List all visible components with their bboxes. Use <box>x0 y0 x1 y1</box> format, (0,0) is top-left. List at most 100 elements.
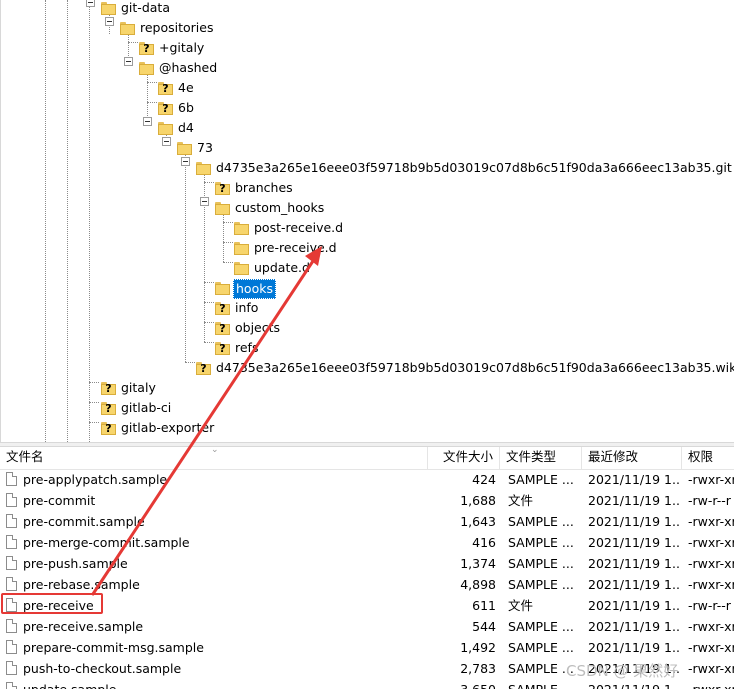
file-name: pre-rebase.sample <box>23 577 140 592</box>
file-icon <box>6 661 17 675</box>
collapse-toggle[interactable] <box>162 137 171 146</box>
unknown-folder-icon: ? <box>101 422 116 435</box>
tree-node-label: gitaly <box>121 380 156 395</box>
file-size: 2,783 <box>460 661 496 676</box>
folder-icon <box>234 242 249 255</box>
folder-icon <box>234 222 249 235</box>
folder-icon <box>234 262 249 275</box>
tree-node-label: +gitaly <box>159 40 205 55</box>
file-row[interactable]: pre-receive.sample 544 SAMPLE ... 2021/11/1… <box>0 616 734 637</box>
tree-node-label: refs <box>235 340 259 355</box>
tree-node-label: 6b <box>178 100 194 115</box>
collapse-toggle[interactable] <box>200 197 209 206</box>
file-icon <box>6 682 17 689</box>
file-row[interactable]: pre-commit.sample 1,643 SAMPLE ... 2021/11/… <box>0 511 734 532</box>
file-modified: 2021/11/19 1... <box>588 640 680 655</box>
file-type: SAMPLE ... <box>508 619 574 634</box>
file-row[interactable]: prepare-commit-msg.sample 1,492 SAMPLE ...… <box>0 637 734 658</box>
tree-node-label: update.d <box>254 260 310 275</box>
file-row[interactable]: pre-applypatch.sample 424 SAMPLE ... 2021/1… <box>0 469 734 490</box>
tree-guide-line <box>223 210 224 262</box>
file-name: pre-commit.sample <box>23 514 145 529</box>
folder-icon <box>177 142 192 155</box>
file-modified: 2021/11/19 1... <box>588 619 680 634</box>
file-size: 416 <box>472 535 496 550</box>
folder-icon <box>101 2 116 15</box>
file-name: pre-applypatch.sample <box>23 472 168 487</box>
file-icon <box>6 577 17 591</box>
file-modified: 2021/11/19 1... <box>588 535 680 550</box>
file-type: SAMPLE ... <box>508 640 574 655</box>
file-modified: 2021/11/19 1... <box>588 514 680 529</box>
collapse-toggle[interactable] <box>181 157 190 166</box>
column-header-type[interactable]: 文件类型 <box>500 447 582 469</box>
unknown-folder-icon: ? <box>196 362 211 375</box>
tree-node-label: custom_hooks <box>235 200 325 215</box>
tree-guide-line <box>147 70 148 122</box>
folder-icon <box>139 62 154 75</box>
file-permissions: -rwxr-xr <box>688 679 734 689</box>
unknown-folder-icon: ? <box>215 342 230 355</box>
tree-node-label: repositories <box>140 20 214 35</box>
column-header-size[interactable]: 文件大小 <box>428 447 500 469</box>
file-type: 文件 <box>508 598 534 613</box>
file-modified: 2021/11/19 1... <box>588 577 680 592</box>
tree-node-label: gitlab-exporter <box>121 420 215 435</box>
file-type: 文件 <box>508 493 534 508</box>
file-row[interactable]: pre-merge-commit.sample 416 SAMPLE ... 2021… <box>0 532 734 553</box>
folder-icon <box>215 202 230 215</box>
file-type: SAMPLE ... <box>508 472 574 487</box>
collapse-toggle[interactable] <box>86 0 95 7</box>
file-icon <box>6 556 17 570</box>
file-modified: 2021/11/19 1... <box>588 556 680 571</box>
tree-node-label: git-data <box>121 0 170 15</box>
file-name: push-to-checkout.sample <box>23 661 182 676</box>
file-row[interactable]: pre-push.sample 1,374 SAMPLE ... 2021/11/19… <box>0 553 734 574</box>
file-row[interactable]: pre-rebase.sample 4,898 SAMPLE ... 2021/11/… <box>0 574 734 595</box>
file-size: 1,492 <box>460 640 496 655</box>
watermark-text: CSDN @ 果然好 <box>566 662 679 680</box>
file-size: 1,643 <box>460 514 496 529</box>
file-row[interactable]: pre-receive 611 文件 2021/11/19 1... -rw-r--r <box>0 595 734 616</box>
tree-node-label: branches <box>235 180 293 195</box>
tree-node-label: d4 <box>178 120 194 135</box>
file-size: 611 <box>472 598 496 613</box>
file-row[interactable]: pre-commit 1,688 文件 2021/11/19 1... -rw-r--r <box>0 490 734 511</box>
unknown-folder-icon: ? <box>158 102 173 115</box>
collapse-toggle[interactable] <box>124 57 133 66</box>
file-icon <box>6 535 17 549</box>
column-header-permissions[interactable]: 权限 <box>682 447 734 469</box>
tree-node-label: @hashed <box>159 60 218 75</box>
sort-arrow-icon: ⌄ <box>211 447 219 455</box>
file-size: 3,650 <box>430 679 496 689</box>
file-modified: 2021/11/19 1... <box>588 493 680 508</box>
file-name: pre-commit <box>23 493 96 508</box>
tree-guide-line <box>45 0 46 442</box>
file-type: SAMPLE ... <box>508 514 574 529</box>
collapse-toggle[interactable] <box>105 17 114 26</box>
folder-icon <box>120 22 135 35</box>
file-icon <box>6 619 17 633</box>
tree-node-label: post-receive.d <box>254 220 344 235</box>
tree-node-label: info <box>235 300 259 315</box>
file-permissions: -rwxr-xr <box>688 556 734 571</box>
tree-guide-line <box>185 150 186 362</box>
directory-tree: git-data repositories? +gitaly @hashed? 4e? 6… <box>0 0 734 442</box>
folder-icon <box>196 162 211 175</box>
column-header-modified[interactable]: 最近修改 <box>582 447 682 469</box>
unknown-folder-icon: ? <box>158 82 173 95</box>
tree-node-label: 73 <box>197 140 213 155</box>
file-icon <box>6 472 17 486</box>
file-permissions: -rwxr-xr <box>688 577 734 592</box>
file-size: 1,374 <box>460 556 496 571</box>
tree-node-label: gitlab-ci <box>121 400 172 415</box>
tree-node-label: d4735e3a265e16eee03f59718b9b5d03019c07d8… <box>216 360 734 375</box>
tree-node-label: pre-receive.d <box>254 240 337 255</box>
file-size: 4,898 <box>460 577 496 592</box>
collapse-toggle[interactable] <box>143 117 152 126</box>
unknown-folder-icon: ? <box>101 402 116 415</box>
tree-guide-line <box>204 170 205 342</box>
file-permissions: -rwxr-xr <box>688 619 734 634</box>
folder-icon <box>158 122 173 135</box>
file-list: 文件名 ⌄ 文件大小 文件类型 最近修改 权限 pre-applypatch.s… <box>0 447 734 689</box>
